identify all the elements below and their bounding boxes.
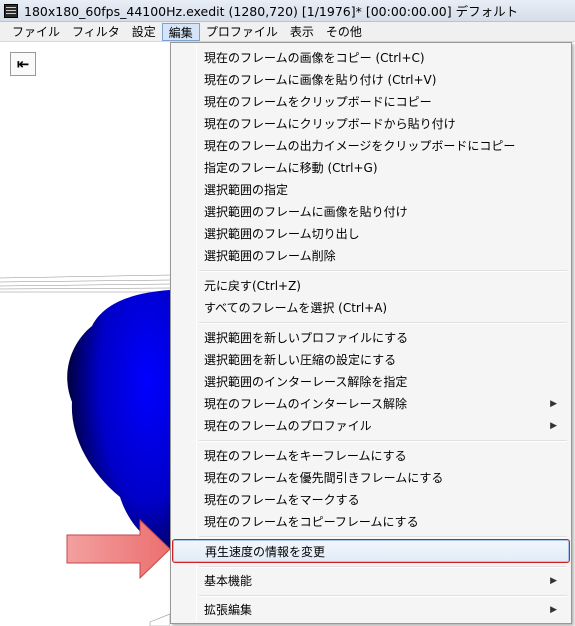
- menu-item-paste-selection-image[interactable]: 選択範囲のフレームに画像を貼り付け: [173, 201, 569, 223]
- menu-bar: ファイル フィルタ 設定 編集 プロファイル 表示 その他: [0, 22, 575, 42]
- menu-file[interactable]: ファイル: [6, 23, 66, 41]
- menu-item-copy-frame-clipboard[interactable]: 現在のフレームをクリップボードにコピー: [173, 91, 569, 113]
- menu-item-cut-selection[interactable]: 選択範囲のフレーム切り出し: [173, 223, 569, 245]
- menu-separator: [199, 536, 567, 538]
- menu-item-label: 拡張編集: [204, 603, 253, 617]
- menu-other[interactable]: その他: [320, 23, 368, 41]
- menu-item-delete-selection[interactable]: 選択範囲のフレーム削除: [173, 245, 569, 267]
- menu-item-change-playback-speed[interactable]: 再生速度の情報を変更: [172, 539, 570, 563]
- menu-separator: [199, 566, 567, 568]
- submenu-arrow-icon: ▶: [550, 399, 557, 409]
- menu-filter[interactable]: フィルタ: [66, 23, 126, 41]
- menu-item-label: 基本機能: [204, 574, 253, 588]
- edit-menu-dropdown: 現在のフレームの画像をコピー (Ctrl+C) 現在のフレームに画像を貼り付け …: [170, 42, 572, 624]
- menu-item-extended-edit[interactable]: 拡張編集 ▶: [173, 599, 569, 621]
- menu-view[interactable]: 表示: [284, 23, 320, 41]
- submenu-arrow-icon: ▶: [550, 576, 557, 586]
- menu-item-label: 現在のフレームのインターレース解除: [204, 397, 408, 411]
- window-title: 180x180_60fps_44100Hz.exedit (1280,720) …: [24, 4, 519, 19]
- menu-item-set-priority-drop[interactable]: 現在のフレームを優先間引きフレームにする: [173, 467, 569, 489]
- menu-item-select-all[interactable]: すべてのフレームを選択 (Ctrl+A): [173, 297, 569, 319]
- title-bar: 180x180_60fps_44100Hz.exedit (1280,720) …: [0, 0, 575, 22]
- menu-item-undo[interactable]: 元に戻す(Ctrl+Z): [173, 275, 569, 297]
- menu-item-paste-frame-image[interactable]: 現在のフレームに画像を貼り付け (Ctrl+V): [173, 69, 569, 91]
- menu-item-selection-new-profile[interactable]: 選択範囲を新しいプロファイルにする: [173, 327, 569, 349]
- menu-item-copy-output-image[interactable]: 現在のフレームの出力イメージをクリップボードにコピー: [173, 135, 569, 157]
- menu-item-basic-functions[interactable]: 基本機能 ▶: [173, 570, 569, 592]
- menu-profile[interactable]: プロファイル: [200, 23, 284, 41]
- menu-item-label: 現在のフレームのプロファイル: [204, 419, 372, 433]
- menu-item-mark-frame[interactable]: 現在のフレームをマークする: [173, 489, 569, 511]
- skip-to-start-icon[interactable]: ⇤: [10, 52, 36, 76]
- submenu-arrow-icon: ▶: [550, 421, 557, 431]
- menu-item-set-selection[interactable]: 選択範囲の指定: [173, 179, 569, 201]
- menu-item-goto-frame[interactable]: 指定のフレームに移動 (Ctrl+G): [173, 157, 569, 179]
- menu-item-set-keyframe[interactable]: 現在のフレームをキーフレームにする: [173, 445, 569, 467]
- menu-separator: [199, 322, 567, 324]
- skip-to-start-glyph: ⇤: [16, 54, 30, 73]
- menu-item-set-copy-frame[interactable]: 現在のフレームをコピーフレームにする: [173, 511, 569, 533]
- menu-item-selection-new-compression[interactable]: 選択範囲を新しい圧縮の設定にする: [173, 349, 569, 371]
- menu-separator: [199, 270, 567, 272]
- menu-settings[interactable]: 設定: [126, 23, 162, 41]
- menu-item-frame-deinterlace[interactable]: 現在のフレームのインターレース解除 ▶: [173, 393, 569, 415]
- menu-item-frame-profile[interactable]: 現在のフレームのプロファイル ▶: [173, 415, 569, 437]
- menu-item-paste-frame-clipboard[interactable]: 現在のフレームにクリップボードから貼り付け: [173, 113, 569, 135]
- callout-arrow: [66, 519, 171, 579]
- menu-separator: [199, 440, 567, 442]
- submenu-arrow-icon: ▶: [550, 605, 557, 615]
- film-icon: [4, 3, 18, 18]
- menu-separator: [199, 595, 567, 597]
- menu-edit[interactable]: 編集: [161, 22, 200, 41]
- menu-item-copy-frame-image[interactable]: 現在のフレームの画像をコピー (Ctrl+C): [173, 47, 569, 69]
- menu-item-selection-deinterlace[interactable]: 選択範囲のインターレース解除を指定: [173, 371, 569, 393]
